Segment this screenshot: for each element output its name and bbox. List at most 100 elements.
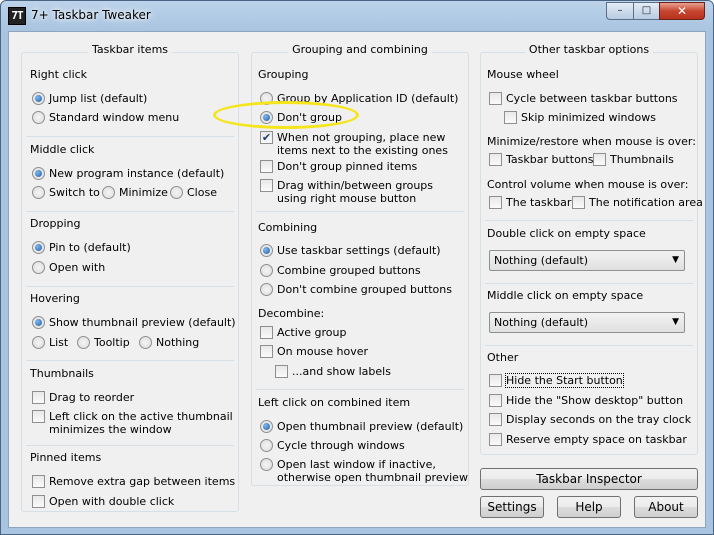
radio-use-taskbar-settings[interactable]: Use taskbar settings (default) <box>260 244 441 257</box>
checkbox-dont-group-pinned[interactable]: Don't group pinned items <box>260 160 417 173</box>
section-label: Hovering <box>30 292 80 305</box>
radio-nothing[interactable]: Nothing <box>139 336 199 349</box>
checkbox-icon <box>260 179 273 192</box>
checkbox-drag-groups[interactable]: Drag within/between groups using right mo… <box>260 179 433 205</box>
radio-icon <box>260 283 273 296</box>
checkbox-icon <box>260 326 273 339</box>
close-button[interactable]: ✕ <box>659 2 705 20</box>
radio-dont-combine[interactable]: Don't combine grouped buttons <box>260 283 452 296</box>
radio-icon <box>260 264 273 277</box>
section-label: Other <box>487 351 519 364</box>
taskbar-items-panel: Taskbar items Right click Jump list (def… <box>21 40 239 512</box>
radio-close[interactable]: Close <box>170 186 217 199</box>
settings-button[interactable]: Settings <box>480 496 544 518</box>
double-click-dropdown[interactable]: Nothing (default) ▼ <box>489 250 685 271</box>
minimize-button[interactable]: – <box>606 2 633 20</box>
panel-title: Taskbar items <box>87 43 173 56</box>
radio-selected-icon <box>32 92 45 105</box>
radio-minimize[interactable]: Minimize <box>102 186 168 199</box>
radio-selected-icon <box>32 241 45 254</box>
about-button[interactable]: About <box>634 496 698 518</box>
section-label: Middle click on empty space <box>487 289 644 302</box>
checkbox-drag-reorder[interactable]: Drag to reorder <box>32 391 134 404</box>
checkbox-display-seconds[interactable]: Display seconds on the tray clock <box>489 413 691 426</box>
checkbox-cycle-buttons[interactable]: Cycle between taskbar buttons <box>489 92 678 105</box>
checkbox-icon <box>260 345 273 358</box>
panel-title: Other taskbar options <box>524 43 654 56</box>
checkbox-taskbar-buttons[interactable]: Taskbar buttons <box>489 153 594 166</box>
middle-click-dropdown[interactable]: Nothing (default) ▼ <box>489 312 685 333</box>
radio-open-thumbnail[interactable]: Open thumbnail preview (default) <box>260 420 463 433</box>
radio-icon <box>139 336 152 349</box>
checkbox-show-labels[interactable]: ...and show labels <box>275 365 391 378</box>
radio-cycle-windows[interactable]: Cycle through windows <box>260 439 405 452</box>
grouping-combining-panel: Grouping and combining Grouping Group by… <box>251 40 469 486</box>
radio-icon <box>260 458 273 471</box>
checkbox-left-click-minimize[interactable]: Left click on the active thumbnail minimi… <box>32 410 233 436</box>
radio-switch-to[interactable]: Switch to <box>32 186 100 199</box>
section-label: Control volume when mouse is over: <box>487 178 689 191</box>
checkbox-thumbnails[interactable]: Thumbnails <box>593 153 674 166</box>
app-window: 7T 7+ Taskbar Tweaker – □ ✕ Taskbar item… <box>0 0 714 535</box>
checkbox-icon <box>32 495 45 508</box>
checkbox-place-new[interactable]: ✔ When not grouping, place new items next … <box>260 131 448 157</box>
dropdown-arrow-icon: ▼ <box>672 255 679 265</box>
radio-icon <box>32 111 45 124</box>
checkbox-icon <box>275 365 288 378</box>
checkbox-volume-notification[interactable]: The notification area <box>572 196 703 209</box>
checkbox-skip-minimized[interactable]: Skip minimized windows <box>504 111 656 124</box>
section-label: Middle click <box>30 143 95 156</box>
radio-icon <box>32 261 45 274</box>
radio-dont-group[interactable]: Don't group <box>260 111 342 124</box>
section-label: Combining <box>258 221 318 234</box>
radio-open-with[interactable]: Open with <box>32 261 105 274</box>
radio-icon <box>170 186 183 199</box>
radio-icon <box>32 336 45 349</box>
radio-selected-icon <box>260 420 273 433</box>
radio-icon <box>77 336 90 349</box>
other-options-panel: Other taskbar options Mouse wheel Cycle … <box>480 40 703 455</box>
radio-pin-to[interactable]: Pin to (default) <box>32 241 131 254</box>
section-label: Thumbnails <box>30 367 94 380</box>
radio-open-last-window[interactable]: Open last window if inactive, otherwise o… <box>260 458 468 484</box>
radio-tooltip[interactable]: Tooltip <box>77 336 130 349</box>
radio-selected-icon <box>32 167 45 180</box>
checkbox-hide-start[interactable]: Hide the Start button <box>489 373 624 388</box>
section-label: Dropping <box>30 217 81 230</box>
checkbox-icon <box>489 413 502 426</box>
radio-icon <box>102 186 115 199</box>
checkbox-icon <box>32 410 45 423</box>
radio-jump-list[interactable]: Jump list (default) <box>32 92 147 105</box>
radio-thumbnail-preview[interactable]: Show thumbnail preview (default) <box>32 316 236 329</box>
section-label: Minimize/restore when mouse is over: <box>487 135 696 148</box>
taskbar-inspector-button[interactable]: Taskbar Inspector <box>480 468 698 490</box>
radio-group-app-id[interactable]: Group by Application ID (default) <box>260 92 458 105</box>
checkbox-open-double-click[interactable]: Open with double click <box>32 495 174 508</box>
title-bar[interactable]: 7T 7+ Taskbar Tweaker – □ ✕ <box>1 1 713 31</box>
radio-new-instance[interactable]: New program instance (default) <box>32 167 224 180</box>
radio-standard-menu[interactable]: Standard window menu <box>32 111 179 124</box>
checkbox-icon <box>489 196 502 209</box>
checkbox-reserve-space[interactable]: Reserve empty space on taskbar <box>489 433 687 446</box>
checkbox-hide-show-desktop[interactable]: Hide the "Show desktop" button <box>489 394 683 407</box>
help-button[interactable]: Help <box>557 496 621 518</box>
radio-list[interactable]: List <box>32 336 68 349</box>
section-label: Double click on empty space <box>487 227 646 240</box>
radio-selected-icon <box>32 316 45 329</box>
checkbox-remove-gap[interactable]: Remove extra gap between items <box>32 475 235 488</box>
checkbox-icon <box>489 374 502 387</box>
radio-icon <box>32 186 45 199</box>
checkbox-icon <box>32 391 45 404</box>
checkbox-on-mouse-hover[interactable]: On mouse hover <box>260 345 368 358</box>
section-label: Pinned items <box>30 451 102 464</box>
section-label: Decombine: <box>258 307 325 320</box>
panel-title: Grouping and combining <box>288 43 432 56</box>
checkbox-volume-taskbar[interactable]: The taskbar <box>489 196 571 209</box>
section-label: Grouping <box>258 68 309 81</box>
checkbox-active-group[interactable]: Active group <box>260 326 346 339</box>
client-area: Taskbar items Right click Jump list (def… <box>8 31 706 528</box>
radio-combine-grouped[interactable]: Combine grouped buttons <box>260 264 421 277</box>
radio-icon <box>260 439 273 452</box>
caption-buttons: – □ ✕ <box>606 2 705 20</box>
maximize-button[interactable]: □ <box>633 2 659 20</box>
